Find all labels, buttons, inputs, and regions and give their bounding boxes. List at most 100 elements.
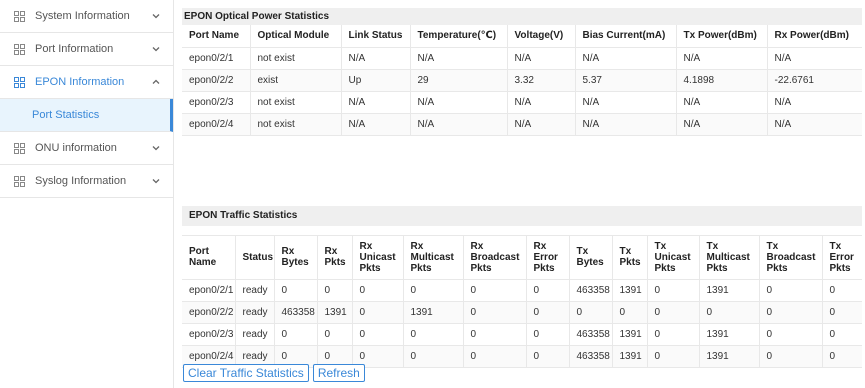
table-cell: N/A xyxy=(410,113,508,136)
sidebar-item-label: System Information xyxy=(35,10,130,22)
table-cell: N/A xyxy=(767,47,862,70)
table-cell: 3.32 xyxy=(507,69,576,92)
column-header: Rx Unicast Pkts xyxy=(352,235,404,280)
table-row: epon0/2/3 not exist N/A N/A N/A N/A N/A N/A xyxy=(182,91,862,114)
table-cell: ready xyxy=(235,301,275,324)
table-cell: 0 xyxy=(699,301,760,324)
table-cell: 0 xyxy=(759,301,823,324)
column-header: Status xyxy=(235,235,275,280)
column-header: Tx Power(dBm) xyxy=(676,25,768,48)
table-cell: N/A xyxy=(767,113,862,136)
table-cell: N/A xyxy=(341,113,411,136)
column-header: Tx Broadcast Pkts xyxy=(759,235,823,280)
table-cell: ready xyxy=(235,279,275,302)
grid-icon xyxy=(14,10,25,22)
table-cell: 0 xyxy=(612,301,648,324)
table-cell: 1391 xyxy=(403,301,464,324)
table-cell: N/A xyxy=(507,47,576,70)
sidebar-item-label: ONU information xyxy=(35,142,117,154)
table-cell: 0 xyxy=(463,301,527,324)
table-cell: 0 xyxy=(822,323,862,346)
sidebar-subitem-label: Port Statistics xyxy=(32,109,100,121)
table-cell: 0 xyxy=(647,345,700,368)
table-cell: 0 xyxy=(569,301,613,324)
table-cell: 1391 xyxy=(317,301,353,324)
refresh-button[interactable]: Refresh xyxy=(312,364,365,382)
table-cell: 0 xyxy=(463,323,527,346)
sidebar-item-system-information[interactable]: System Information xyxy=(0,0,173,33)
sidebar-item-epon-information[interactable]: EPON Information xyxy=(0,66,173,99)
column-header: Tx Pkts xyxy=(612,235,648,280)
table-cell: N/A xyxy=(575,91,677,114)
table-cell: 1391 xyxy=(612,279,648,302)
table-cell: 0 xyxy=(647,323,700,346)
table-cell: 0 xyxy=(759,323,823,346)
column-header: Port Name xyxy=(182,25,251,48)
table-cell: 0 xyxy=(822,279,862,302)
grid-icon xyxy=(14,142,25,154)
table-cell: 0 xyxy=(463,345,527,368)
sidebar-item-label: Syslog Information xyxy=(35,175,127,187)
table-cell: N/A xyxy=(341,91,411,114)
table-cell: not exist xyxy=(250,91,342,114)
table-cell: epon0/2/3 xyxy=(182,323,236,346)
column-header: Rx Power(dBm) xyxy=(767,25,862,48)
sidebar-item-onu-information[interactable]: ONU information xyxy=(0,132,173,165)
table-row: epon0/2/1 ready 0 0 0 0 0 0 463358 1391 0 1391 0 0 xyxy=(182,279,862,302)
column-header: Optical Module xyxy=(250,25,342,48)
optical-section-title: EPON Optical Power Statistics xyxy=(182,8,862,25)
table-cell: 0 xyxy=(352,301,404,324)
table-cell: N/A xyxy=(575,113,677,136)
column-header: Link Status xyxy=(341,25,411,48)
table-cell: epon0/2/2 xyxy=(182,69,251,92)
table-cell: N/A xyxy=(507,91,576,114)
table-header-row: Port Name Status Rx Bytes Rx Pkts Rx Unicast… xyxy=(182,235,862,280)
column-header: Tx Multicast Pkts xyxy=(699,235,760,280)
table-cell: 1391 xyxy=(612,345,648,368)
chevron-up-icon xyxy=(152,79,160,84)
table-cell: 0 xyxy=(403,345,464,368)
table-cell: Up xyxy=(341,69,411,92)
table-cell: 0 xyxy=(403,279,464,302)
table-row: epon0/2/2 exist Up 29 3.32 5.37 4.1898 -22.6761 xyxy=(182,69,862,92)
column-header: Rx Error Pkts xyxy=(526,235,570,280)
table-cell: not exist xyxy=(250,47,342,70)
optical-power-table: Port Name Optical Module Link Status Temper… xyxy=(182,25,862,136)
table-cell: 0 xyxy=(274,279,318,302)
table-cell: 0 xyxy=(526,279,570,302)
column-header: Voltage(V) xyxy=(507,25,576,48)
table-cell: epon0/2/2 xyxy=(182,301,236,324)
column-header: Tx Bytes xyxy=(569,235,613,280)
sidebar-item-port-information[interactable]: Port Information xyxy=(0,33,173,66)
table-row: epon0/2/4 not exist N/A N/A N/A N/A N/A N/A xyxy=(182,113,862,136)
grid-icon xyxy=(14,175,25,187)
table-cell: 1391 xyxy=(612,323,648,346)
table-cell: 0 xyxy=(317,279,353,302)
table-cell: 29 xyxy=(410,69,508,92)
chevron-down-icon xyxy=(152,179,160,184)
table-row: epon0/2/3 ready 0 0 0 0 0 0 463358 1391 0 1391 0 0 xyxy=(182,323,862,346)
table-cell: 5.37 xyxy=(575,69,677,92)
sidebar-subitem-port-statistics[interactable]: Port Statistics xyxy=(0,99,173,132)
table-cell: epon0/2/3 xyxy=(182,91,251,114)
table-cell: 0 xyxy=(647,301,700,324)
column-header: Temperature(℃) xyxy=(410,25,508,48)
clear-traffic-statistics-button[interactable]: Clear Traffic Statistics xyxy=(183,364,309,382)
table-cell: N/A xyxy=(507,113,576,136)
table-cell: N/A xyxy=(676,47,768,70)
table-row: epon0/2/2 ready 463358 1391 0 1391 0 0 0 0 0 0 0 0 xyxy=(182,301,862,324)
table-cell: 0 xyxy=(317,323,353,346)
chevron-down-icon xyxy=(152,47,160,52)
table-cell: N/A xyxy=(410,47,508,70)
table-cell: epon0/2/4 xyxy=(182,113,251,136)
table-header-row: Port Name Optical Module Link Status Temper… xyxy=(182,25,862,48)
sidebar-item-label: EPON Information xyxy=(35,76,125,88)
table-cell: 463358 xyxy=(274,301,318,324)
table-row: epon0/2/1 not exist N/A N/A N/A N/A N/A N/A xyxy=(182,47,862,70)
table-cell: not exist xyxy=(250,113,342,136)
table-cell: N/A xyxy=(410,91,508,114)
sidebar-item-syslog-information[interactable]: Syslog Information xyxy=(0,165,173,198)
column-header: Rx Pkts xyxy=(317,235,353,280)
traffic-section-title: EPON Traffic Statistics xyxy=(182,205,862,226)
